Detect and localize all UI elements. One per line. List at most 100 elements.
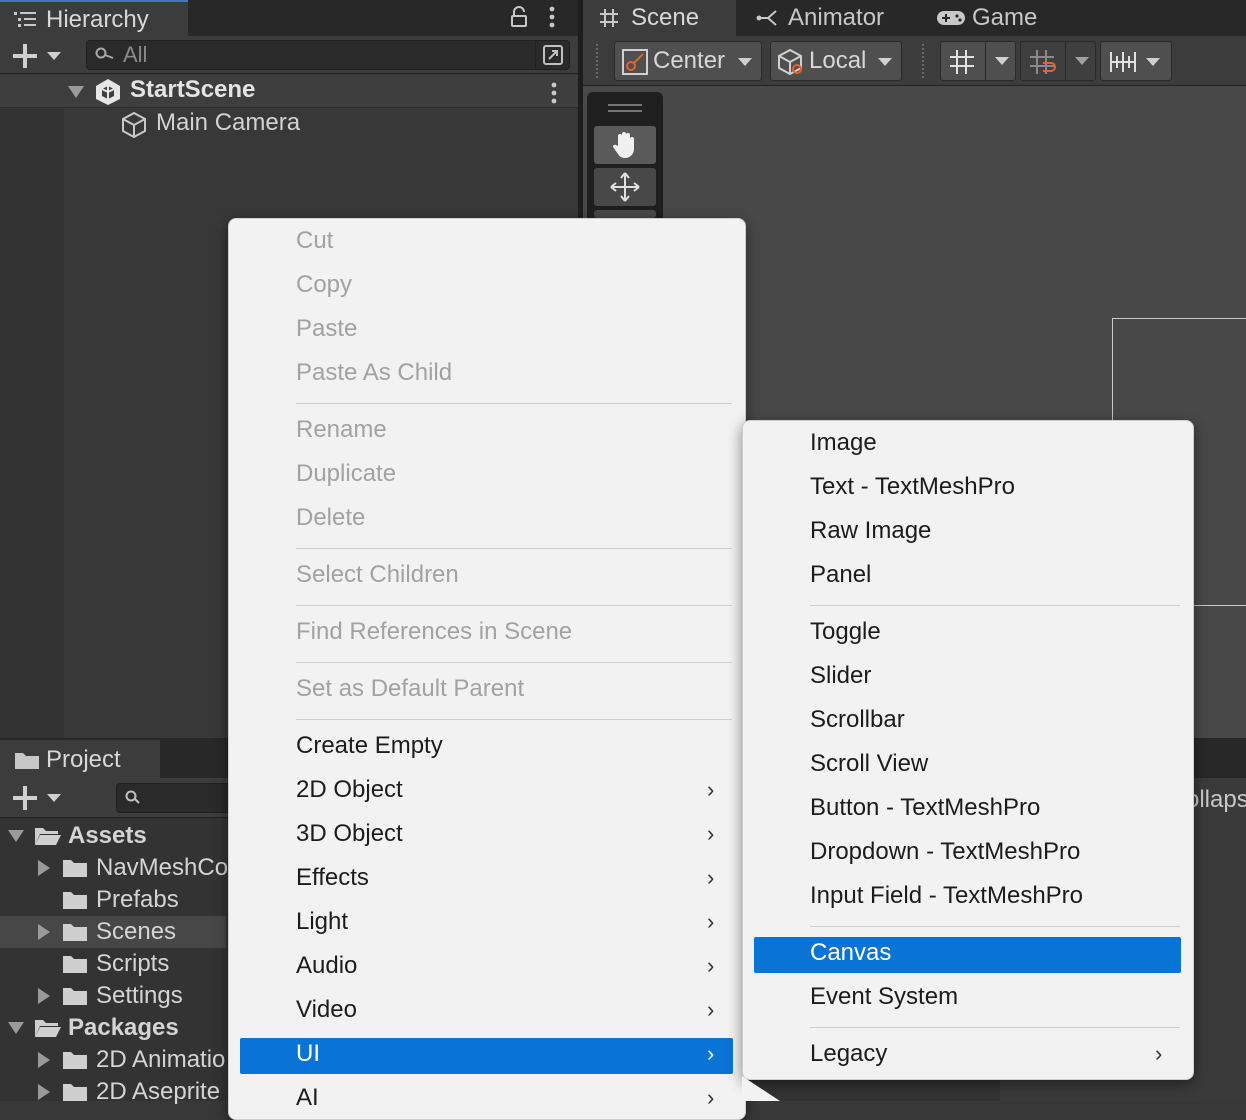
project-tree-item[interactable]: Packages (0, 1012, 226, 1044)
move-tool-button[interactable] (594, 168, 656, 206)
scene-kebab-icon[interactable] (550, 81, 558, 105)
rotate-tool-button[interactable] (594, 210, 656, 218)
project-tree-item[interactable]: Settings (0, 980, 226, 1012)
expand-arrow-icon[interactable] (68, 86, 84, 98)
menu-item[interactable]: Toggle (810, 618, 881, 646)
menu-item[interactable]: Canvas (810, 939, 891, 967)
menu-item[interactable]: Input Field - TextMeshPro (810, 882, 1083, 910)
lock-icon[interactable] (510, 6, 528, 28)
collapsed-arrow-icon[interactable] (36, 860, 52, 876)
chevron-down-icon (47, 794, 61, 802)
increment-snap-dropdown[interactable] (1100, 41, 1172, 81)
tab-hierarchy[interactable]: Hierarchy (0, 0, 188, 36)
menu-item: Select Children (296, 561, 459, 588)
menu-item[interactable]: 2D Object (296, 776, 403, 804)
menu-item: Paste As Child (296, 359, 453, 386)
toolbar-grip[interactable] (922, 44, 927, 78)
project-tree-item[interactable]: Assets (0, 820, 226, 852)
chevron-right-icon: › (707, 1085, 715, 1110)
scene-root-row[interactable]: StartScene (0, 75, 580, 108)
toolbar-grip[interactable] (596, 44, 601, 78)
folder-icon (63, 1052, 87, 1069)
menu-item[interactable]: Video (296, 996, 357, 1024)
chevron-right-icon: › (707, 997, 715, 1022)
menu-item[interactable]: Button - TextMeshPro (810, 794, 1040, 822)
menu-item[interactable]: AI (296, 1084, 319, 1112)
scene-name: StartScene (130, 76, 256, 103)
menu-item[interactable]: Event System (810, 983, 958, 1011)
collapsed-arrow-icon[interactable] (36, 988, 52, 1004)
collapsed-arrow-icon[interactable] (36, 1052, 52, 1068)
menu-item[interactable]: Raw Image (810, 517, 931, 545)
search-options-button[interactable] (535, 40, 570, 70)
increment-snap-icon (1110, 52, 1136, 72)
tab-game[interactable]: Game (930, 0, 1050, 36)
grid-visibility-toggle[interactable] (940, 41, 1016, 81)
project-tree-label: Scenes (96, 918, 177, 945)
menu-item[interactable]: Scroll View (810, 750, 928, 778)
pivot-center-dropdown[interactable]: Center (614, 41, 762, 81)
menu-item[interactable]: UI (296, 1040, 320, 1068)
menu-pointer-shadow (742, 1076, 780, 1101)
tab-scene[interactable]: Scene (583, 0, 736, 36)
menu-separator (296, 605, 732, 606)
folder-icon (63, 892, 87, 909)
menu-item-legacy[interactable]: Legacy (810, 1040, 887, 1068)
project-tree-item[interactable]: Scripts (0, 948, 226, 980)
project-tree-item[interactable]: NavMeshCo (0, 852, 229, 884)
project-tree-label: Packages (68, 1014, 179, 1041)
chevron-right-icon: › (707, 865, 715, 890)
expand-arrow-icon[interactable] (8, 828, 24, 844)
collapsed-arrow-icon[interactable] (36, 1084, 52, 1100)
menu-item[interactable]: 3D Object (296, 820, 403, 848)
gameobject-cube-icon (122, 111, 146, 139)
menu-item[interactable]: Audio (296, 952, 357, 980)
menu-item[interactable]: Image (810, 429, 877, 457)
grid-dropdown[interactable] (985, 42, 1017, 80)
tab-game-label: Game (972, 4, 1038, 31)
folder-icon (63, 924, 87, 941)
menu-item: Delete (296, 504, 366, 531)
project-tree-item[interactable]: 2D Aseprite (0, 1076, 226, 1108)
project-tree-item[interactable]: Prefabs (0, 884, 226, 916)
collapsed-arrow-icon[interactable] (36, 924, 52, 940)
menu-item[interactable]: Text - TextMeshPro (810, 473, 1015, 501)
overlay-grip[interactable] (608, 104, 642, 106)
tab-animator-label: Animator (788, 4, 885, 31)
chevron-down-icon (995, 57, 1009, 65)
project-tree-item[interactable]: Scenes (0, 916, 226, 948)
hand-tool-button[interactable] (594, 126, 656, 164)
project-tree-label: Scripts (96, 950, 170, 977)
project-add-button[interactable] (10, 784, 66, 812)
pivot-local-dropdown[interactable]: Local (770, 41, 902, 81)
unity-logo-icon (96, 79, 120, 105)
gamepad-icon (937, 11, 965, 25)
menu-item[interactable]: Slider (810, 662, 871, 690)
hierarchy-item-label: Main Camera (156, 109, 301, 136)
menu-item[interactable]: Light (296, 908, 348, 936)
menu-item[interactable]: Create Empty (296, 732, 443, 760)
menu-item[interactable]: Dropdown - TextMeshPro (810, 838, 1080, 866)
plus-icon (13, 44, 37, 68)
menu-item: Copy (296, 271, 353, 298)
project-tree-label: NavMeshCo (96, 854, 229, 881)
snap-magnet-icon (1030, 50, 1056, 74)
menu-item[interactable]: Effects (296, 864, 369, 892)
snap-dropdown[interactable] (1065, 42, 1097, 80)
snap-toggle[interactable] (1020, 41, 1096, 81)
tab-animator[interactable]: Animator (748, 0, 898, 36)
chevron-right-icon: › (707, 953, 715, 978)
menu-item[interactable]: Scrollbar (810, 706, 905, 734)
hierarchy-search-field[interactable]: All (86, 40, 570, 70)
tab-project[interactable]: Project (0, 740, 160, 778)
menu-item: Paste (296, 315, 358, 342)
expand-arrow-icon[interactable] (8, 1020, 24, 1036)
pivot-center-icon (622, 49, 648, 75)
hierarchy-item-main-camera[interactable]: Main Camera (64, 108, 578, 140)
kebab-menu-icon[interactable] (548, 5, 556, 29)
plus-icon (13, 786, 37, 810)
menu-item[interactable]: Panel (810, 561, 871, 589)
project-tree-item[interactable]: 2D Animatio (0, 1044, 226, 1076)
create-add-button[interactable] (10, 42, 66, 70)
hierarchy-gutter (0, 108, 64, 738)
